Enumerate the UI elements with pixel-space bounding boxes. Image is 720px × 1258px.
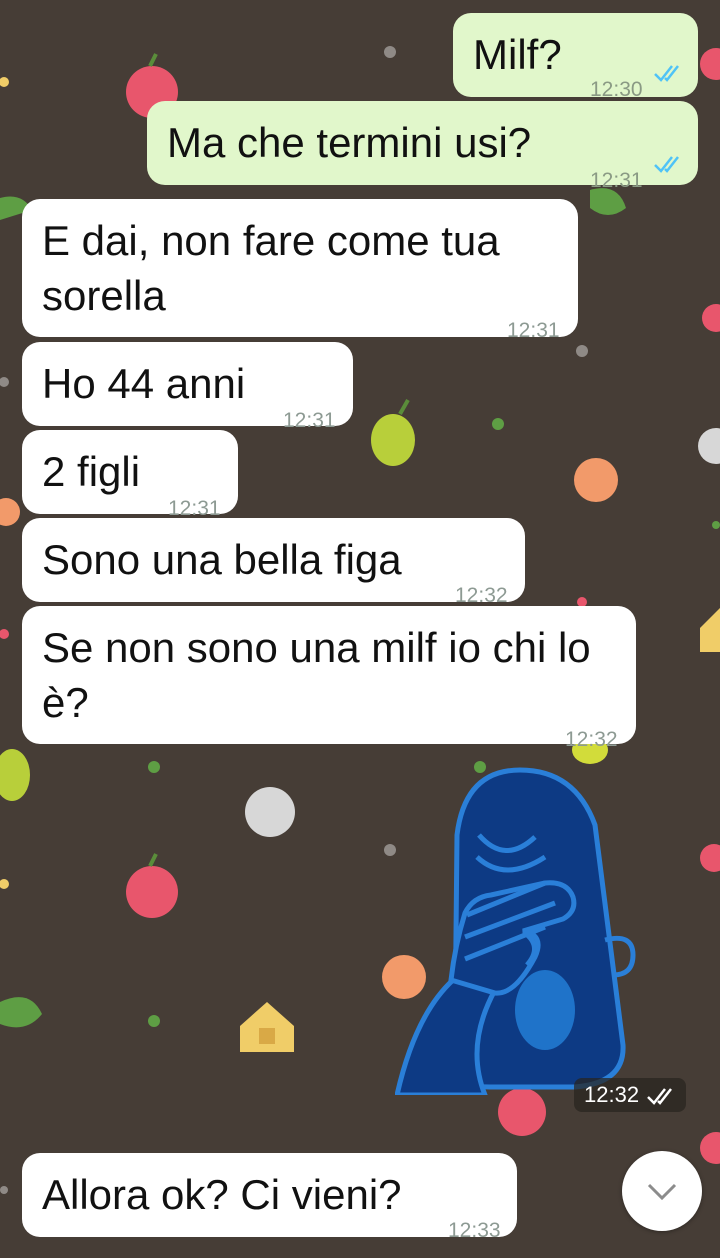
double-check-icon <box>654 156 679 173</box>
scroll-to-bottom-button[interactable] <box>622 1151 702 1231</box>
incoming-message[interactable]: Se non sono una milf io chi lo è? 12:32 <box>22 606 636 751</box>
incoming-message[interactable]: Allora ok? Ci vieni? 12:33 <box>22 1153 517 1242</box>
message-text: E dai, non fare come tua sorella <box>42 217 500 319</box>
message-time: 12:31 <box>590 169 643 192</box>
facepalm-sticker[interactable] <box>395 765 645 1095</box>
outgoing-message[interactable]: Ma che termini usi? 12:31 <box>147 101 698 192</box>
message-text: Sono una bella figa <box>42 536 402 583</box>
message-text: 2 figli <box>42 448 141 495</box>
message-text: Se non sono una milf io chi lo è? <box>42 624 591 726</box>
sticker-time-badge: 12:32 <box>574 1078 686 1112</box>
incoming-message[interactable]: Ho 44 anni 12:31 <box>22 342 353 432</box>
message-text: Ma che termini usi? <box>167 119 532 166</box>
message-time: 12:32 <box>565 728 618 751</box>
message-text: Milf? <box>473 31 562 78</box>
message-time: 12:31 <box>507 319 560 342</box>
message-time: 12:33 <box>448 1219 501 1242</box>
outgoing-message[interactable]: Milf? 12:30 <box>453 13 698 101</box>
double-check-icon <box>647 1088 672 1105</box>
incoming-message[interactable]: Sono una bella figa 12:32 <box>22 518 525 607</box>
incoming-message[interactable]: E dai, non fare come tua sorella 12:31 <box>22 199 578 342</box>
chevron-down-icon <box>647 1183 677 1201</box>
double-check-icon <box>654 65 679 82</box>
message-text: Ho 44 anni <box>42 360 246 407</box>
sticker-time: 12:32 <box>584 1082 640 1107</box>
message-time: 12:31 <box>283 409 336 432</box>
incoming-message[interactable]: 2 figli 12:31 <box>22 430 238 520</box>
message-text: Allora ok? Ci vieni? <box>42 1171 402 1218</box>
